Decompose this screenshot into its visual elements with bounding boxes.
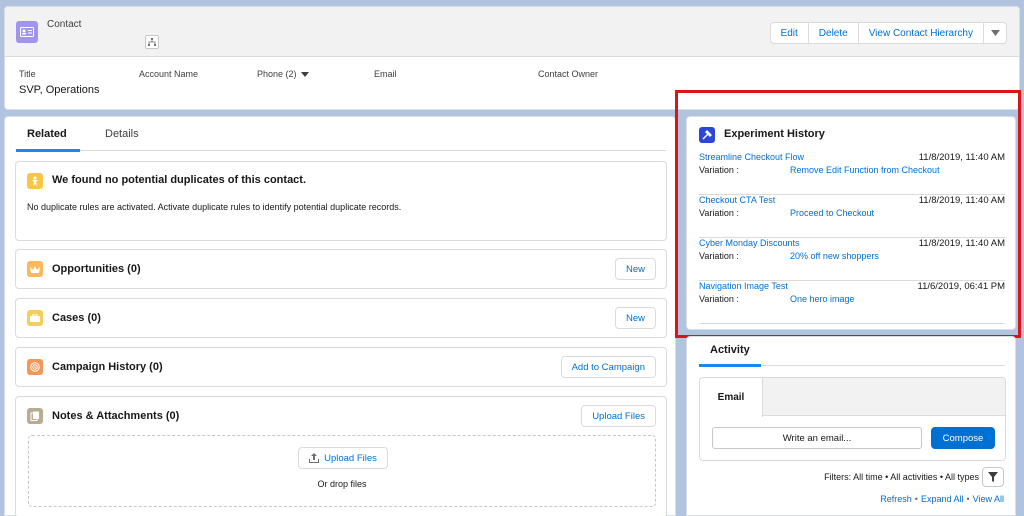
activity-tab-indicator <box>699 364 761 367</box>
view-hierarchy-button[interactable]: View Contact Hierarchy <box>857 22 984 44</box>
refresh-link[interactable]: Refresh <box>880 494 912 504</box>
notes-icon <box>27 408 43 424</box>
briefcase-icon <box>27 310 43 326</box>
object-label: Contact <box>47 19 82 30</box>
cases-title[interactable]: Cases (0) <box>52 312 101 324</box>
more-actions-button[interactable] <box>983 22 1007 44</box>
upload-files-button[interactable]: Upload Files <box>581 405 656 427</box>
contact-icon <box>16 21 38 43</box>
cases-card: Cases (0) New <box>15 298 667 338</box>
highlight-annotation-box <box>675 90 1021 338</box>
tab-related-label: Related <box>27 128 67 140</box>
edit-button[interactable]: Edit <box>769 22 809 44</box>
view-all-link[interactable]: View All <box>973 494 1004 504</box>
duplicates-icon <box>27 173 43 189</box>
record-tabs: Related Details <box>16 117 666 152</box>
link-separator: • <box>914 494 918 504</box>
upload-files-inline-button[interactable]: Upload Files <box>298 447 388 469</box>
notes-attachments-title[interactable]: Notes & Attachments (0) <box>52 410 179 422</box>
duplicates-title: We found no potential duplicates of this… <box>52 174 307 186</box>
tab-activity[interactable]: Activity <box>710 344 750 356</box>
tab-details[interactable]: Details <box>105 128 139 140</box>
record-header-top: Contact Edit Delete View Contact Hierarc… <box>5 7 1019 57</box>
compose-button[interactable]: Compose <box>931 427 995 449</box>
duplicates-card: We found no potential duplicates of this… <box>15 161 667 241</box>
tab-related[interactable]: Related <box>27 128 67 140</box>
publisher-tabs: Email <box>700 378 1005 417</box>
write-email-input[interactable]: Write an email... <box>712 427 922 449</box>
add-to-campaign-button[interactable]: Add to Campaign <box>560 356 656 378</box>
title-label: Title <box>19 69 36 79</box>
header-actions: Edit Delete View Contact Hierarchy <box>769 22 1007 44</box>
tab-details-label: Details <box>105 128 139 140</box>
chevron-down-icon <box>990 30 1000 36</box>
target-icon <box>27 359 43 375</box>
file-drop-zone[interactable]: Upload Files Or drop files <box>28 435 656 507</box>
link-separator: • <box>966 494 970 504</box>
drop-files-text: Or drop files <box>317 479 367 489</box>
phone-label-text: Phone (2) <box>257 69 297 79</box>
crown-icon <box>27 261 43 277</box>
upload-icon <box>309 453 320 463</box>
notes-attachments-card: Notes & Attachments (0) Upload Files Upl… <box>15 396 667 516</box>
campaign-history-title[interactable]: Campaign History (0) <box>52 361 163 373</box>
opportunities-card: Opportunities (0) New <box>15 249 667 289</box>
hierarchy-icon[interactable] <box>145 35 159 49</box>
delete-button[interactable]: Delete <box>807 22 859 44</box>
tab-email[interactable]: Email <box>700 378 763 417</box>
caret-down-icon <box>300 71 309 77</box>
filter-icon <box>988 472 998 482</box>
title-value: SVP, Operations <box>19 84 100 96</box>
highlight-fields: Title SVP, Operations Account Name Phone… <box>19 69 699 99</box>
upload-files-inline-label: Upload Files <box>324 452 377 464</box>
email-label: Email <box>374 69 397 79</box>
campaign-history-card: Campaign History (0) Add to Campaign <box>15 347 667 387</box>
filter-button[interactable] <box>982 467 1004 487</box>
new-opportunity-button[interactable]: New <box>614 258 656 280</box>
related-panel: Related Details We found no potential du… <box>4 116 676 516</box>
contact-owner-label: Contact Owner <box>538 69 599 79</box>
duplicates-message: No duplicate rules are activated. Activa… <box>27 202 402 212</box>
activity-card: Activity Email Write an email... Compose… <box>686 336 1016 516</box>
activity-publisher: Email Write an email... Compose <box>699 377 1006 461</box>
expand-all-link[interactable]: Expand All <box>921 494 964 504</box>
opportunities-title[interactable]: Opportunities (0) <box>52 263 141 275</box>
new-case-button[interactable]: New <box>614 307 656 329</box>
activity-links: Refresh • Expand All • View All <box>880 494 1004 504</box>
phone-label[interactable]: Phone (2) <box>257 69 309 79</box>
tab-active-indicator <box>16 149 80 152</box>
account-name-label: Account Name <box>139 69 199 79</box>
activity-filters-text: Filters: All time • All activities • All… <box>824 472 979 482</box>
